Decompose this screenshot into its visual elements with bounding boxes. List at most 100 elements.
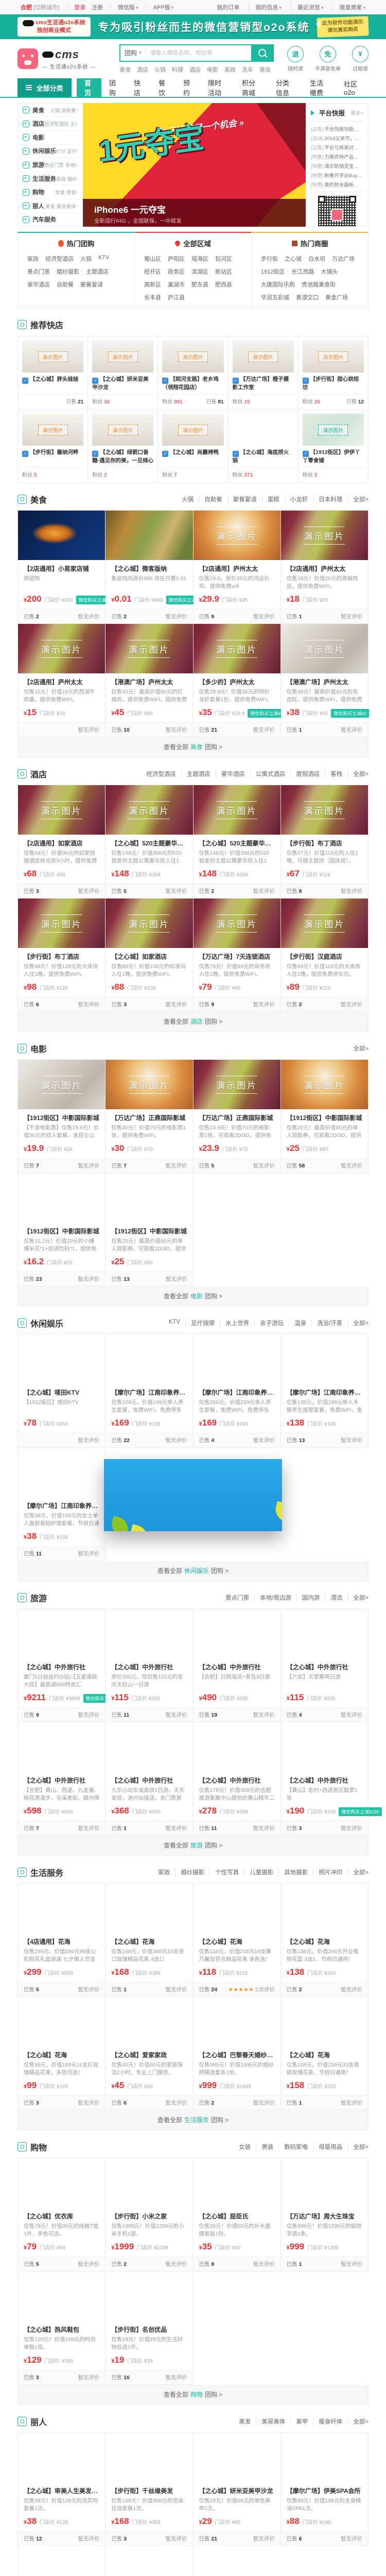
- info-link[interactable]: 大铺头: [321, 267, 338, 276]
- store-card[interactable]: 演示图片 【皖河支路】老乡鸡（领翔花园店） 粉丝 991 已售 81: [158, 336, 228, 410]
- site-logo[interactable]: cms — 生活通o2o系统 —: [17, 48, 105, 70]
- deal-card[interactable]: 【之心城】漾颜美容美体 仅售58元！价值158元的面部深层补水护理1次。 ¥58…: [18, 2546, 106, 2576]
- nav-item[interactable]: 预约: [176, 78, 200, 97]
- deal-card[interactable]: 演示图片 【步行街】汉庭酒店 仅售89元！价值119元的大床房入住1晚，提供免费…: [281, 899, 369, 1012]
- sidebar-category[interactable]: 丽人 美发 美容美体 ›: [18, 199, 83, 213]
- deal-card[interactable]: 【之心城】中外旅行社 仅售278元！价值358元的合肥旅游集散中心提供的黄山精华…: [194, 1722, 281, 1836]
- news-item[interactable]: [特惠]演示助销灵宝滞销苹果: [311, 162, 363, 170]
- deal-card[interactable]: 【摩尔广场】江南印象养生会所 仅售138元，价值198元单人木屋养生按摩套餐，免…: [281, 1334, 369, 1448]
- deal-card[interactable]: 演示图片 【多少的】庐州太太 仅售29.9元！价值35元的特价龙虾套餐1份，提供…: [194, 624, 281, 737]
- store-card[interactable]: 演示图片 【之心城】胖头娃娃 粉丝 已售 21: [18, 336, 88, 410]
- section-filter-link[interactable]: 景点门票: [225, 1594, 249, 1602]
- section-filter-link[interactable]: 女装: [239, 2143, 251, 2151]
- info-link[interactable]: 新站区: [215, 267, 232, 276]
- sidebar-category[interactable]: 汽车服务 ›: [18, 213, 83, 227]
- deal-card[interactable]: 演示图片 【步行街】布丁酒店 仅售67元！价值118元的入住1晚，可报主题房（圆…: [281, 785, 369, 899]
- info-link[interactable]: 华润五彩城: [261, 293, 289, 301]
- deal-card[interactable]: 【之心城】微客版纳 象皮炖鸡原价888 现在只要0.01 ¥0.01 门店价 ¥…: [106, 511, 193, 624]
- section-filter-link[interactable]: 洗浴/汗蒸: [311, 1319, 342, 1327]
- city-selector[interactable]: 合肥[切换城市]: [21, 3, 59, 11]
- section-filter-link[interactable]: 全部>: [347, 770, 369, 778]
- store-card[interactable]: 演示图片 【1912街区】伊伊丫丫零食铺 粉丝 3 已售: [299, 410, 369, 483]
- deal-card[interactable]: 演示图片 【港澳广场】庐州太太 仅售38元！最高价值45元的毛血旺，提供免费Wi…: [281, 624, 369, 737]
- deal-card[interactable]: 【之心城】中外旅行社 九华山动车或高铁1日游，天天发班，池州站接送，含门票景交，…: [106, 1722, 193, 1836]
- section-filter-link[interactable]: 母婴用品: [313, 2143, 342, 2151]
- hero-banner[interactable]: 用1元给梦想一个机会 » 1元夺宝 iPhone6 一元夺宝 全新国行64G ，…: [83, 103, 306, 227]
- deal-card[interactable]: 【步行街】名创优品 仅售19元！价值29元的生活好物任选1件。 ¥19 门店价 …: [106, 2272, 193, 2385]
- info-link[interactable]: 万达广场: [332, 255, 355, 263]
- info-link[interactable]: 火锅: [80, 255, 92, 263]
- section-filter-link[interactable]: 全部>: [347, 1594, 369, 1602]
- sidebar-category[interactable]: 电影 ›: [18, 131, 83, 145]
- section-filter-link[interactable]: 瘦身纤体: [313, 2417, 342, 2426]
- section-filter-link[interactable]: 全部>: [347, 1868, 369, 1876]
- info-link[interactable]: 长丰县: [144, 293, 161, 301]
- view-all-bar[interactable]: 查看全部休闲娱乐团购 >: [17, 1561, 369, 1581]
- info-link[interactable]: 步行街: [261, 255, 278, 263]
- app-version-menu[interactable]: APP版▾: [153, 3, 174, 11]
- topbar-menu-item[interactable]: 我的订单▾: [217, 3, 239, 11]
- info-link[interactable]: 白水坝: [308, 255, 325, 263]
- deal-card[interactable]: 演示图片 【之心城】如家酒店 仅售88元！价值108元的标准间入住1晚，提供免费…: [106, 899, 193, 1012]
- section-filter-link[interactable]: 亲子游玩: [254, 1319, 284, 1327]
- deal-card[interactable]: 演示图片 【之心城】520主题豪华酒店 仅售148元！价值398元的520 我爱…: [106, 785, 193, 899]
- nav-item[interactable]: 餐饮: [151, 78, 176, 97]
- info-link[interactable]: 贵池路美食街: [302, 280, 336, 289]
- info-link[interactable]: 大唐国际乐购: [261, 280, 295, 289]
- deal-card[interactable]: 演示图片 【步行街】布丁酒店 仅售98元！价值128元的大床房入住1晚，提供免费…: [18, 899, 106, 1012]
- info-link[interactable]: 蜀山区: [144, 255, 161, 263]
- section-filter-link[interactable]: 足疗按摩: [185, 1319, 215, 1327]
- section-filter-link[interactable]: 其他摄影: [278, 1868, 308, 1876]
- deal-card[interactable]: 【之心城】屈臣氏 仅售35元！价值50元的补水面膜套装1份。 ¥35 门店价 ¥…: [194, 2158, 281, 2272]
- topbar-menu-item[interactable]: 最近浏览▾: [291, 3, 324, 11]
- hot-word-link[interactable]: 家政: [224, 65, 236, 74]
- store-card[interactable]: 演示图片 【之心城】尚霸烤鸭 粉丝 7 已售: [158, 410, 228, 483]
- deal-card[interactable]: 【之心城】中外旅行社 【黄山】宏村+西递景区联票1张 ¥190 门店价 ¥240…: [281, 1722, 369, 1836]
- info-link[interactable]: 肥西县: [215, 280, 232, 289]
- section-filter-link[interactable]: 全部>: [347, 2417, 369, 2426]
- section-filter-link[interactable]: 数码家电: [278, 2143, 308, 2151]
- info-link[interactable]: KTV: [98, 255, 109, 263]
- news-item[interactable]: [公告]平台快报功能上线: [311, 125, 363, 132]
- deal-card[interactable]: 【之心城】中外旅行社 【六安】天堂寨两日游 ¥115 门店价 ¥200 已售 4…: [281, 1609, 369, 1722]
- hot-word-link[interactable]: 美食: [119, 65, 131, 74]
- deal-card[interactable]: 【4店通用】花海 仅售299元，价值599元99支心形鲜花礼盒速递 七夕情人节圣…: [18, 1884, 106, 1997]
- section-filter-link[interactable]: 漂流: [325, 1594, 342, 1602]
- section-filter-link[interactable]: 儿童摄影: [244, 1868, 273, 1876]
- section-filter-link[interactable]: 婚纱摄影: [175, 1868, 204, 1876]
- info-link[interactable]: 巢湖市: [168, 280, 185, 289]
- deal-card[interactable]: 【之心城】中外旅行社 原价200元，现仅售115元的安庆天柱山一日游 ¥115 …: [106, 1609, 193, 1722]
- deal-card[interactable]: 演示图片 【之心城】520主题豪华酒店 仅售148元！价值398元的520 我爱…: [194, 785, 281, 899]
- news-item[interactable]: [公告]平台与商家对账管理改版: [311, 144, 363, 151]
- info-link[interactable]: 政务区: [168, 267, 185, 276]
- info-link[interactable]: 景点门票: [27, 267, 50, 276]
- nav-item[interactable]: 社区o2o: [336, 78, 369, 97]
- section-filter-link[interactable]: 度假酒店: [290, 770, 320, 778]
- info-link[interactable]: 豪华酒店: [27, 280, 50, 289]
- info-link[interactable]: 经开区: [144, 267, 161, 276]
- deal-card[interactable]: 演示图片 【1912街区】中影国际影城 【不含电影票】仅售19.9元！价值36元…: [18, 1060, 106, 1173]
- deal-card[interactable]: 演示图片 【2店通用】庐州太太 仅售18元！价值20元的青椒肉丝，提供免费WiF…: [281, 511, 369, 624]
- section-filter-link[interactable]: 个性写真: [209, 1868, 239, 1876]
- nav-item[interactable]: 分类信息: [268, 78, 302, 97]
- section-filter-link[interactable]: 公寓式酒店: [250, 770, 286, 778]
- deal-card[interactable]: 【之心城】花海 仅售168元，价值388元33支进口玫瑰精品花束 4选1！ ¥1…: [106, 1884, 193, 1997]
- deal-card[interactable]: 【之心城】唛田KTV 【1912街区】唛田KTV ¥78 门店价 ¥358 已售…: [18, 1334, 106, 1448]
- deal-card[interactable]: 演示图片 【万达广场】正鼎国际影城 仅售23.9元！价值70元的电影票1张，可观…: [194, 1060, 281, 1173]
- deal-card[interactable]: 【之心城】巴黎春天婚纱摄影 仅售999元！价值1999元的婚纱照精选套系1份。 …: [194, 1997, 281, 2110]
- nav-item[interactable]: 积分商城: [234, 78, 268, 97]
- section-filter-link[interactable]: 客栈: [325, 770, 342, 778]
- info-link[interactable]: 瑶海区: [191, 255, 208, 263]
- info-link[interactable]: 经济型酒店: [45, 255, 74, 263]
- deal-card[interactable]: 【摩尔广场】江南印象养生会所 仅售38元，价值158元的女士单人面部基础护理套餐…: [18, 1448, 106, 1561]
- info-link[interactable]: 聚餐宴请: [80, 280, 103, 289]
- section-filter-link[interactable]: 小龙虾: [285, 495, 308, 503]
- all-categories-button[interactable]: 全部分类: [17, 78, 72, 97]
- deal-card[interactable]: 演示图片 【2店通用】庐州太太 仅售15元！价值18元的西湖牛肉羹，提供免费Wi…: [18, 624, 106, 737]
- hot-word-link[interactable]: 洗车: [242, 65, 253, 74]
- hot-word-link[interactable]: 火锅: [154, 65, 166, 74]
- hot-word-link[interactable]: 酒店: [189, 65, 201, 74]
- store-card[interactable]: 演示图片 【万达广场】橙子摄影工作室 粉丝 15 已售: [229, 336, 299, 410]
- store-card[interactable]: 演示图片 【步行街】甜心烘焙坊 粉丝 26 已售 12: [299, 336, 369, 410]
- info-link[interactable]: 黄潜交口: [296, 293, 319, 301]
